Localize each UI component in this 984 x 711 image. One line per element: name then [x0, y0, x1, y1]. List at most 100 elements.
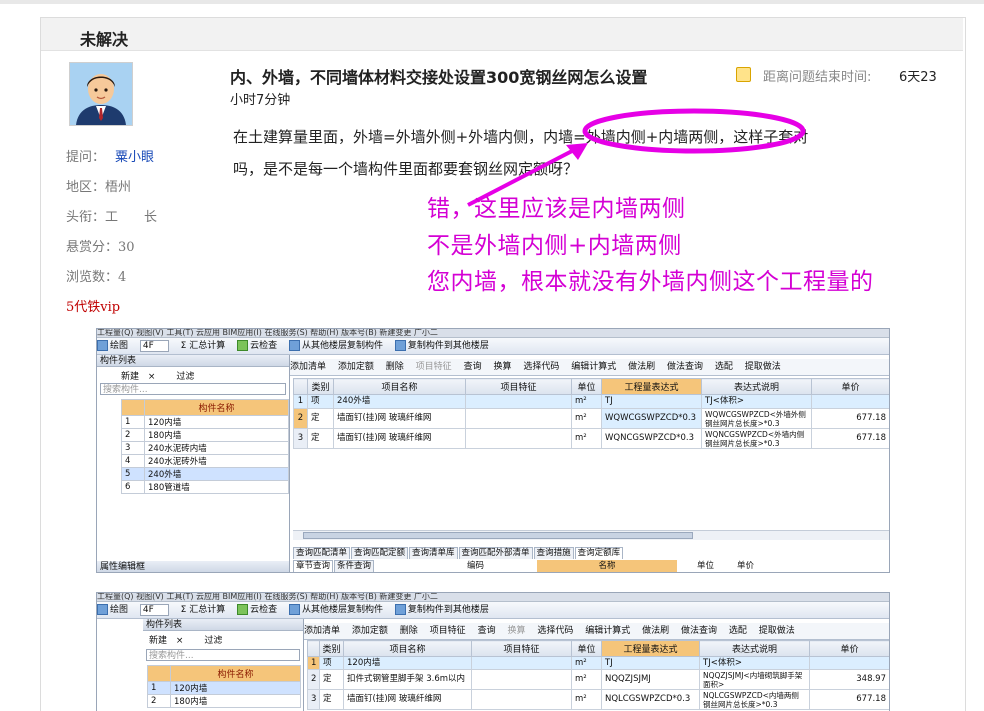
component-row-selected[interactable]: 5 240外墙: [121, 467, 289, 481]
extract-method-button[interactable]: 提取做法: [759, 626, 795, 636]
table-row[interactable]: 1 项 120内墙 m² TJ TJ<体积>: [307, 656, 889, 670]
col-component-name: 构件名称: [144, 399, 289, 416]
horizontal-scrollbar[interactable]: [293, 530, 889, 540]
sub-tabs: 章节查询 条件查询: [293, 560, 375, 572]
col-unit: 单位: [571, 378, 602, 395]
tab-list-library[interactable]: 查询清单库: [409, 547, 458, 559]
sidebar-tools: 新建 × 过滤: [149, 633, 222, 646]
method-grid: 类别 项目名称 项目特征 单位 工程量表达式 表达式说明 单价 1 项 240外墙 m…: [293, 378, 889, 449]
col-item-name: 项目名称: [343, 640, 472, 657]
tab-condition-query[interactable]: 条件查询: [334, 560, 375, 572]
match-button[interactable]: 选配: [715, 362, 733, 372]
attribute-panel-title: 属性编辑框: [97, 561, 289, 572]
delete-component-icon[interactable]: ×: [148, 372, 156, 382]
draw-button[interactable]: 绘图: [97, 604, 128, 615]
table-row[interactable]: 3 定墙面钉(挂)网 玻璃纤维网 m² NQLCGSWPZCD*0.3 NQLCGSWP…: [307, 689, 889, 710]
summary-calc-button[interactable]: Σ 汇总计算: [181, 341, 226, 351]
method-toolbar: 添加清单 添加定额 删除 项目特征 查询 换算 选择代码 编辑计算式 做法刷 做…: [304, 623, 889, 640]
component-search-input[interactable]: 搜索构件...: [146, 649, 300, 661]
sidebar-tools: 新建 × 过滤: [121, 369, 194, 382]
delete-button[interactable]: 删除: [386, 362, 404, 372]
col-quantity-expr: 工程量表达式: [601, 640, 700, 657]
table-row[interactable]: 2 定扣件式钢管里脚手架 3.6m以内 m² NQQZJSJMJ NQQZJSJMJ<内…: [307, 669, 889, 690]
summary-calc-button[interactable]: Σ 汇总计算: [181, 605, 226, 615]
add-list-button[interactable]: 添加清单: [290, 362, 326, 372]
add-quota-button[interactable]: 添加定额: [352, 626, 388, 636]
component-row[interactable]: 1 120内墙: [121, 415, 289, 429]
sub-grid-header: 编码 名称 单位 单价: [467, 560, 755, 572]
add-quota-button[interactable]: 添加定额: [338, 362, 374, 372]
query-button[interactable]: 查询: [464, 362, 482, 372]
table-row[interactable]: 3 定墙面钉(挂)网 玻璃纤维网 m² WQNCGSWPZCD*0.3 WQNCGSWP…: [293, 428, 889, 449]
convert-button[interactable]: 换算: [493, 362, 511, 372]
select-code-button[interactable]: 选择代码: [523, 362, 559, 372]
method-query-button[interactable]: 做法查询: [667, 362, 703, 372]
query-tabs: 查询匹配清单 查询匹配定额 查询清单库 查询匹配外部清单 查询措施 查询定额库: [293, 547, 624, 559]
col-item-feature: 项目特征: [471, 640, 572, 657]
copy-to-floor-button[interactable]: 复制构件到其他楼层: [394, 604, 489, 615]
col-type: 类别: [307, 378, 334, 395]
convert-button[interactable]: 换算: [507, 626, 525, 636]
col-unit-price: 单价: [809, 640, 889, 657]
copy-from-floor-button[interactable]: 从其他楼层复制构件: [289, 604, 383, 615]
table-row[interactable]: 1 项 240外墙 m² TJ TJ<体积>: [293, 394, 889, 409]
edit-formula-button[interactable]: 编辑计算式: [571, 362, 616, 372]
filter-button[interactable]: 过滤: [204, 636, 222, 646]
component-table: 构件名称 1 120内墙 2 180内墙: [147, 665, 301, 708]
col-type: 类别: [319, 640, 344, 657]
cloud-check-button[interactable]: 云检查: [237, 340, 277, 351]
component-row[interactable]: 3 240水泥砖内墙: [121, 441, 289, 455]
filter-button[interactable]: 过滤: [176, 372, 194, 382]
component-row[interactable]: 2 180内墙: [121, 428, 289, 442]
col-quantity-expr: 工程量表达式: [601, 378, 702, 395]
add-list-button[interactable]: 添加清单: [304, 626, 340, 636]
copy-from-floor-button[interactable]: 从其他楼层复制构件: [289, 340, 383, 351]
item-feature-button[interactable]: 项目特征: [430, 626, 466, 636]
match-button[interactable]: 选配: [729, 626, 747, 636]
cloud-check-button[interactable]: 云检查: [237, 604, 277, 615]
component-row[interactable]: 6 180管道墙: [121, 480, 289, 494]
col-component-name: 构件名称: [170, 665, 301, 682]
sidebar-title: 构件列表: [97, 355, 289, 367]
method-toolbar: 添加清单 添加定额 删除 项目特征 查询 换算 选择代码 编辑计算式 做法刷 做…: [290, 359, 889, 376]
draw-button[interactable]: 绘图: [97, 340, 128, 351]
top-toolbar: 绘图 4F Σ 汇总计算 云检查 从其他楼层复制构件 复制构件到其他楼层: [97, 338, 889, 355]
delete-button[interactable]: 删除: [400, 626, 418, 636]
delete-component-icon[interactable]: ×: [176, 636, 184, 646]
component-search-input[interactable]: 搜索构件...: [100, 383, 286, 395]
component-row[interactable]: 2 180内墙: [147, 694, 301, 708]
method-brush-button[interactable]: 做法刷: [628, 362, 655, 372]
new-component-button[interactable]: 新建: [121, 372, 139, 382]
method-brush-button[interactable]: 做法刷: [642, 626, 669, 636]
select-code-button[interactable]: 选择代码: [537, 626, 573, 636]
floor-select[interactable]: 4F: [139, 604, 169, 616]
item-feature-button[interactable]: 项目特征: [416, 362, 452, 372]
tab-chapter-query[interactable]: 章节查询: [293, 560, 334, 572]
tab-quota-library[interactable]: 查询定额库: [574, 547, 624, 559]
component-row-selected[interactable]: 1 120内墙: [147, 681, 301, 695]
query-button[interactable]: 查询: [478, 626, 496, 636]
tab-external-list[interactable]: 查询匹配外部清单: [458, 547, 533, 559]
col-item-feature: 项目特征: [465, 378, 572, 395]
tab-match-list[interactable]: 查询匹配清单: [293, 547, 351, 559]
menu-bar: 工程量(Q) 视图(V) 工具(T) 云应用 BIM应用(I) 在线服务(S) …: [97, 593, 889, 602]
new-component-button[interactable]: 新建: [149, 636, 167, 646]
floor-select[interactable]: 4F: [139, 340, 169, 352]
copy-to-floor-button[interactable]: 复制构件到其他楼层: [394, 340, 489, 351]
component-sidebar: 构件列表 新建 × 过滤 搜索构件... 构件名称 1 120内墙 2 180内墙: [143, 619, 304, 711]
table-row[interactable]: 2 定墙面钉(挂)网 玻璃纤维网 m² WQWCGSWPZCD*0.3 WQWCGSWP…: [293, 408, 889, 429]
tab-match-quota[interactable]: 查询匹配定额: [351, 547, 409, 559]
method-query-button[interactable]: 做法查询: [681, 626, 717, 636]
component-row[interactable]: 4 240水泥砖外墙: [121, 454, 289, 468]
highlight-ellipse: [582, 108, 806, 154]
annotation-line: 您内墙，根本就没有外墙内侧这个工程量的: [427, 269, 874, 295]
extract-method-button[interactable]: 提取做法: [745, 362, 781, 372]
software-screenshot-1: 工程量(Q) 视图(V) 工具(T) 云应用 BIM应用(I) 在线服务(S) …: [96, 328, 890, 573]
annotation-line: 不是外墙内侧+内墙两侧: [427, 233, 682, 259]
component-table: 构件名称 1 120内墙 2 180内墙 3 240水泥砖内墙 4 240水泥砖外墙 5…: [121, 399, 289, 494]
edit-formula-button[interactable]: 编辑计算式: [585, 626, 630, 636]
col-item-name: 项目名称: [333, 378, 466, 395]
tab-measures[interactable]: 查询措施: [533, 547, 574, 559]
annotation-line: 错，这里应该是内墙两侧: [427, 196, 686, 222]
top-toolbar: 绘图 4F Σ 汇总计算 云检查 从其他楼层复制构件 复制构件到其他楼层: [97, 602, 889, 619]
